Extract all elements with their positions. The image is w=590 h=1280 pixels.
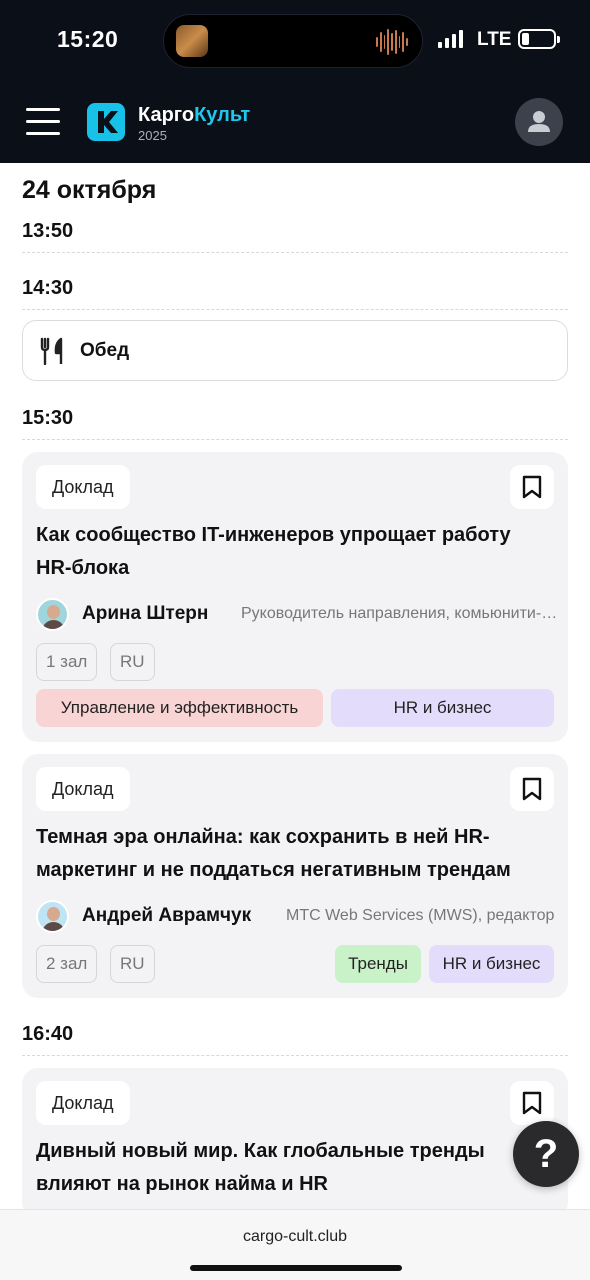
topic-tag[interactable]: HR и бизнес <box>331 689 554 727</box>
speaker-role: МТС Web Services (MWS), редактор <box>286 907 555 924</box>
speaker-name: Андрей Аврамчук <box>82 905 252 926</box>
menu-icon[interactable] <box>26 108 60 136</box>
logo-icon[interactable] <box>87 103 125 141</box>
divider <box>22 439 568 440</box>
app-header: 15:20 LTE КаргоКульт 2025 <box>0 0 590 163</box>
talk-card[interactable]: Доклад Темная эра онлайна: как сохранить… <box>22 754 568 998</box>
divider <box>22 309 568 310</box>
talk-type-badge: Доклад <box>36 767 130 811</box>
time-slot: 13:50 <box>22 220 74 242</box>
speaker-row[interactable]: Арина Штерн Руководитель направления, ко… <box>36 598 561 632</box>
speaker-avatar <box>36 900 69 933</box>
talk-type-badge: Доклад <box>36 465 130 509</box>
talk-title-line: Темная эра онлайна: как сохранить в ней … <box>36 826 490 848</box>
language-chip: RU <box>110 945 155 983</box>
time-slot: 15:30 <box>22 407 74 429</box>
bookmark-icon <box>522 475 542 499</box>
network-type: LTE <box>477 29 512 50</box>
talk-card[interactable]: Доклад Дивный новый мир. Как глобальные … <box>22 1068 568 1218</box>
fork-knife-icon <box>39 337 69 366</box>
profile-icon[interactable] <box>515 98 563 146</box>
hall-chip: 2 зал <box>36 945 98 983</box>
now-playing-artwork <box>176 25 208 57</box>
talk-title[interactable]: Темная эра онлайна: как сохранить в ней … <box>36 821 546 887</box>
url-text[interactable]: cargo-cult.club <box>0 1228 590 1246</box>
talk-title[interactable]: Дивный новый мир. Как глобальные тренды … <box>36 1135 546 1201</box>
bookmark-icon <box>522 777 542 801</box>
speaker-row[interactable]: Андрей Аврамчук МТС Web Services (MWS), … <box>36 900 554 934</box>
browser-address-bar[interactable]: cargo-cult.club <box>0 1209 590 1280</box>
topic-tag[interactable]: HR и бизнес <box>429 945 554 983</box>
home-indicator[interactable] <box>190 1265 402 1271</box>
time-slot: 16:40 <box>22 1023 74 1045</box>
brand-year: 2025 <box>138 128 167 143</box>
lunch-label: Обед <box>80 340 130 361</box>
talk-title-line: Как сообщество IT-инженеров упрощает раб… <box>36 524 511 546</box>
speaker-role: Руководитель направления, комьюнити-мене… <box>241 605 561 622</box>
topic-tag[interactable]: Тренды <box>335 945 421 983</box>
brand-name[interactable]: КаргоКульт <box>138 104 250 127</box>
brand-name-part1: Карго <box>138 104 195 126</box>
talk-title-line: влияют на рынок найма и HR <box>36 1173 329 1195</box>
brand-name-part2: Культ <box>194 104 251 126</box>
time-slot: 14:30 <box>22 277 74 299</box>
dynamic-island <box>163 14 423 68</box>
schedule-date: 24 октября <box>22 176 157 204</box>
talk-type-badge: Доклад <box>36 1081 130 1125</box>
lunch-card[interactable]: Обед <box>22 320 568 381</box>
bookmark-button[interactable] <box>510 767 554 811</box>
bookmark-button[interactable] <box>510 1081 554 1125</box>
talk-card[interactable]: Доклад Как сообщество IT-инженеров упрощ… <box>22 452 568 742</box>
bookmark-icon <box>522 1091 542 1115</box>
language-chip: RU <box>110 643 155 681</box>
divider <box>22 1055 568 1056</box>
divider <box>22 252 568 253</box>
signal-icon <box>438 30 463 48</box>
talk-title-line: маркетинг и не поддаться негативным трен… <box>36 859 511 881</box>
battery-icon <box>518 29 560 49</box>
speaker-name: Арина Штерн <box>82 603 209 624</box>
talk-title-line: Дивный новый мир. Как глобальные тренды <box>36 1140 485 1162</box>
status-time: 15:20 <box>57 26 119 52</box>
talk-title-line: HR-блока <box>36 557 130 579</box>
hall-chip: 1 зал <box>36 643 98 681</box>
help-button[interactable]: ? <box>513 1121 579 1187</box>
bookmark-button[interactable] <box>510 465 554 509</box>
topic-tag[interactable]: Управление и эффективность <box>36 689 323 727</box>
speaker-avatar <box>36 598 69 631</box>
audio-wave-icon <box>376 28 409 56</box>
talk-title[interactable]: Как сообщество IT-инженеров упрощает раб… <box>36 519 546 585</box>
